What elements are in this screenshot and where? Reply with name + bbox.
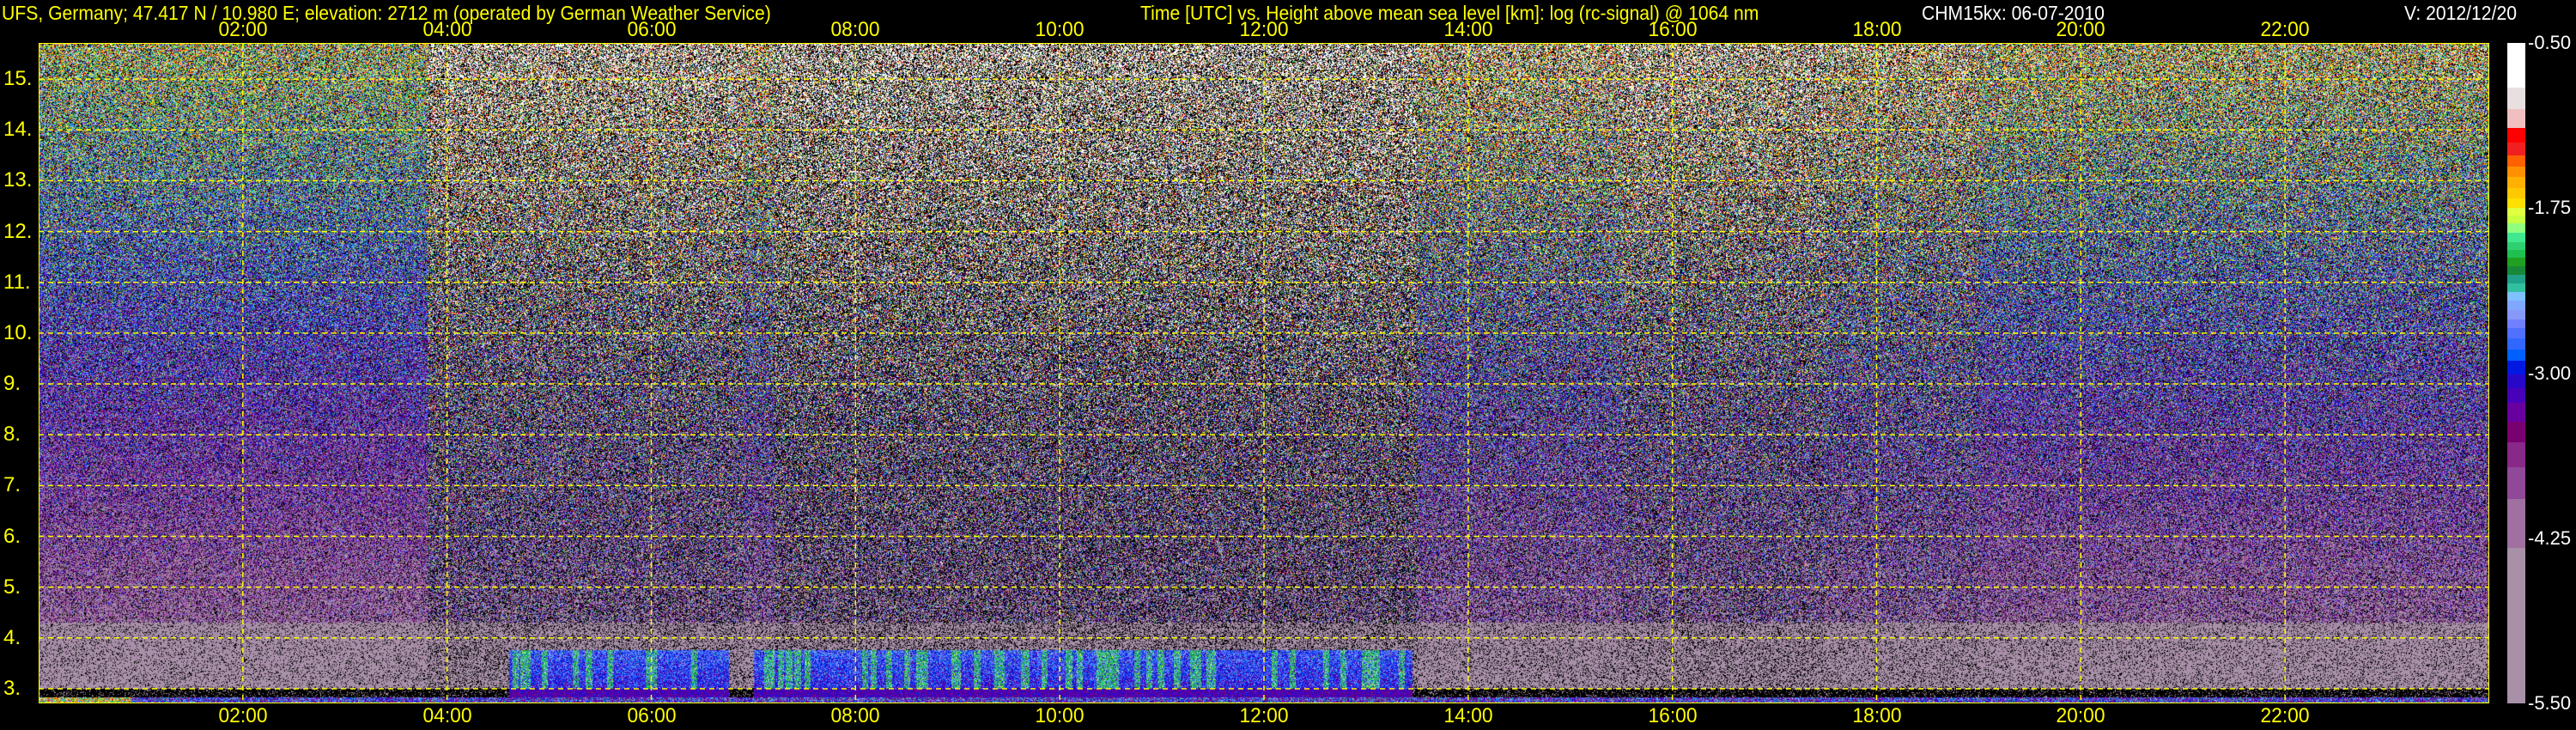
x-tick-label-top: 22:00: [2260, 18, 2310, 41]
colorbar-swatch: [2507, 216, 2525, 223]
x-tick-label-bottom: 10:00: [1035, 704, 1084, 727]
colorbar-tick-label: -0.50: [2528, 32, 2572, 53]
x-tick-label-top: 10:00: [1035, 18, 1084, 41]
colorbar-swatch: [2507, 466, 2525, 500]
colorbar-swatch: [2507, 349, 2525, 361]
y-tick-label: 5.: [3, 575, 21, 599]
colorbar-tick-label: -5.50: [2528, 692, 2572, 714]
lidar-heatmap: [39, 43, 2489, 703]
y-tick-label: 13.: [3, 168, 33, 192]
colorbar-tick-label: -4.25: [2528, 526, 2572, 549]
colorbar-swatch: [2507, 374, 2525, 388]
colorbar-swatch: [2507, 143, 2525, 156]
colorbar-swatch: [2507, 128, 2525, 143]
y-tick-label: 6.: [3, 524, 21, 548]
x-tick-label-top: 12:00: [1239, 18, 1289, 41]
x-tick-label-top: 20:00: [2056, 18, 2105, 41]
colorbar-swatch: [2507, 43, 2525, 88]
colorbar-swatch: [2507, 87, 2525, 110]
colorbar-swatch: [2507, 275, 2525, 283]
colorbar-swatch: [2507, 109, 2525, 129]
y-tick-label: 11.: [3, 270, 31, 294]
colorbar-swatch: [2507, 242, 2525, 250]
x-tick-label-top: 02:00: [218, 18, 268, 41]
colorbar-swatch: [2507, 442, 2525, 467]
colorbar: [2507, 43, 2525, 703]
colorbar-swatch: [2507, 360, 2525, 375]
y-tick-label: 7.: [3, 473, 21, 497]
colorbar-swatch: [2507, 421, 2525, 443]
colorbar-swatch: [2507, 338, 2525, 350]
x-tick-label-bottom: 08:00: [830, 704, 880, 727]
colorbar-swatch: [2507, 167, 2525, 177]
y-tick-label: 15.: [3, 67, 33, 91]
colorbar-swatch: [2507, 207, 2525, 216]
colorbar-swatch: [2507, 249, 2525, 259]
colorbar-swatch: [2507, 402, 2525, 422]
colorbar-swatch: [2507, 187, 2525, 198]
x-tick-label-top: 18:00: [1851, 18, 1902, 41]
x-tick-label-top: 14:00: [1443, 18, 1493, 41]
version-label: V: 2012/12/20: [2404, 2, 2517, 24]
x-tick-label-bottom: 18:00: [1851, 704, 1902, 727]
y-tick-label: 10.: [3, 320, 33, 344]
y-tick-label: 14.: [3, 118, 33, 142]
colorbar-swatch: [2507, 176, 2525, 188]
colorbar-swatch: [2507, 222, 2525, 234]
colorbar-tick-label: -1.75: [2528, 197, 2572, 219]
colorbar-swatch: [2507, 387, 2525, 403]
colorbar-swatch: [2507, 283, 2525, 292]
colorbar-swatch: [2507, 265, 2525, 276]
y-tick-label: 8.: [3, 423, 21, 447]
colorbar-swatch: [2507, 319, 2525, 329]
x-tick-label-top: 04:00: [422, 18, 472, 41]
x-tick-label-bottom: 20:00: [2056, 704, 2105, 727]
x-tick-label-bottom: 02:00: [218, 704, 268, 727]
colorbar-swatch: [2507, 233, 2525, 243]
colorbar-swatch: [2507, 499, 2525, 549]
x-tick-label-top: 08:00: [830, 18, 880, 41]
x-tick-label-bottom: 12:00: [1239, 704, 1289, 727]
colorbar-swatch: [2507, 301, 2525, 310]
colorbar-tick-label: -3.00: [2528, 362, 2572, 384]
colorbar-swatch: [2507, 548, 2525, 703]
colorbar-swatch: [2507, 291, 2525, 301]
x-tick-label-bottom: 06:00: [626, 704, 677, 727]
x-tick-label-bottom: 14:00: [1443, 704, 1493, 727]
x-tick-label-bottom: 22:00: [2260, 704, 2310, 727]
x-tick-label-bottom: 16:00: [1648, 704, 1698, 727]
y-tick-label: 3.: [3, 676, 21, 700]
y-tick-label: 9.: [3, 372, 21, 396]
colorbar-swatch: [2507, 198, 2525, 208]
y-tick-label: 4.: [3, 625, 21, 649]
x-tick-label-top: 16:00: [1648, 18, 1698, 41]
colorbar-swatch: [2507, 328, 2525, 339]
colorbar-swatch: [2507, 309, 2525, 319]
colorbar-swatch: [2507, 155, 2525, 167]
colorbar-swatch: [2507, 258, 2525, 266]
y-tick-label: 12.: [3, 219, 33, 243]
x-tick-label-top: 06:00: [626, 18, 677, 41]
x-tick-label-bottom: 04:00: [422, 704, 472, 727]
